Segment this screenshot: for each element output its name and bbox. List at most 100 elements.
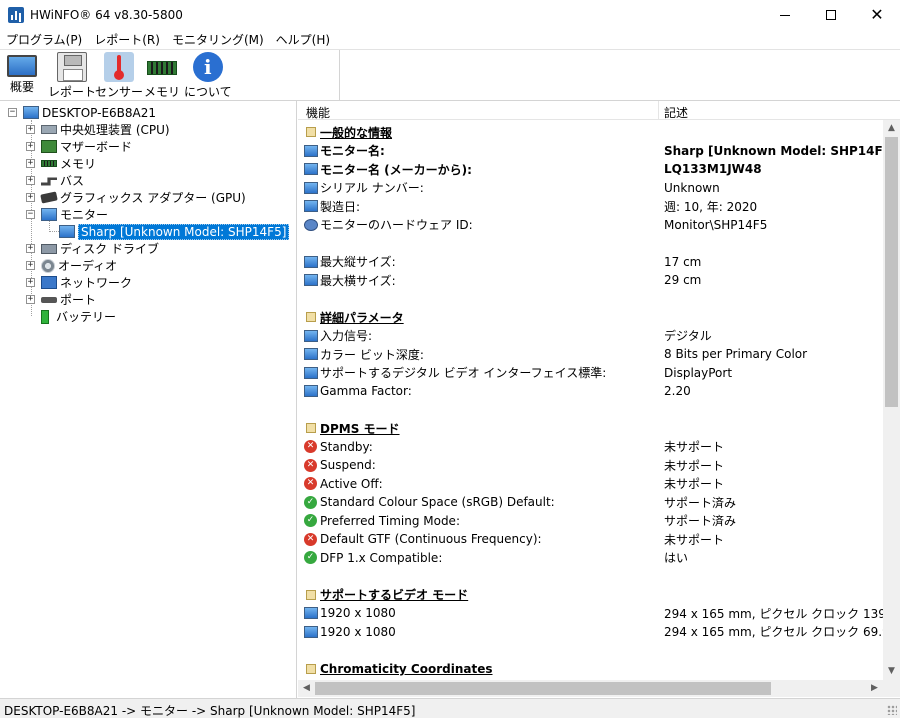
device-tree: − DESKTOP-E6B8A21 + 中央処理装置 (CPU) + マザーボー… xyxy=(0,101,297,698)
expand-icon[interactable]: + xyxy=(26,261,35,270)
monitor-icon xyxy=(304,607,318,620)
menu-help[interactable]: ヘルプ(H) xyxy=(270,31,336,48)
collapse-icon[interactable]: − xyxy=(8,108,17,117)
tree-item-label: バッテリー xyxy=(56,310,117,324)
tree-item-cpu[interactable]: + 中央処理装置 (CPU) xyxy=(26,121,170,138)
tree-item-memory[interactable]: + メモリ xyxy=(26,155,96,172)
list-item-row[interactable]: シリアル ナンバー: Unknown xyxy=(298,179,883,198)
description-value: LQ133M1JW48 xyxy=(664,162,762,177)
error-icon: ✕ xyxy=(304,458,317,472)
feature-label: Active Off: xyxy=(320,476,383,491)
toolbar-separator xyxy=(339,50,340,100)
summary-button[interactable]: 概要 xyxy=(7,52,37,95)
menu-monitoring[interactable]: モニタリング(M) xyxy=(166,31,270,48)
monitor-icon xyxy=(59,225,75,238)
tree-item-label: バス xyxy=(60,174,85,188)
expand-icon[interactable]: + xyxy=(26,142,35,151)
description-value: 週: 10, 年: 2020 xyxy=(664,199,758,214)
list-item-row[interactable]: 1920 x 1080 294 x 165 mm, ピクセル クロック 139.9… xyxy=(298,604,900,623)
list-item-row[interactable]: ✕ Suspend: 未サポート xyxy=(298,456,883,475)
list-item-row[interactable]: モニター名 (メーカーから): LQ133M1JW48 xyxy=(298,160,883,179)
list-item-row[interactable]: Gamma Factor: 2.20 xyxy=(298,382,883,401)
column-divider[interactable] xyxy=(658,101,659,120)
list-item-row[interactable]: 製造日: 週: 10, 年: 2020 xyxy=(298,197,883,216)
expand-icon[interactable]: + xyxy=(26,278,35,287)
list-item-row[interactable]: ✓ Preferred Timing Mode: サポート済み xyxy=(298,512,883,531)
column-header-description[interactable]: 記述 xyxy=(664,104,688,121)
list-item-row[interactable]: サポートするデジタル ビデオ インターフェイス標準: DisplayPort xyxy=(298,364,883,383)
list-item-row[interactable]: 入力信号: デジタル xyxy=(298,327,883,346)
maximize-button[interactable] xyxy=(808,0,854,30)
list-section-row[interactable]: 一般的な情報 xyxy=(298,123,883,142)
expand-icon[interactable]: + xyxy=(26,244,35,253)
description-value: 未サポート xyxy=(664,458,725,473)
expand-icon[interactable]: + xyxy=(26,193,35,202)
tree-item-network[interactable]: + ネットワーク xyxy=(26,274,132,291)
list-item-row[interactable]: ✓ DFP 1.x Compatible: はい xyxy=(298,549,883,568)
gpu-icon xyxy=(40,191,58,204)
about-label: について xyxy=(184,85,232,99)
section-title: 一般的な情報 xyxy=(320,125,393,140)
error-icon: ✕ xyxy=(304,532,317,546)
tree-root[interactable]: − DESKTOP-E6B8A21 xyxy=(8,104,156,121)
minimize-button[interactable] xyxy=(762,0,808,30)
tree-item-battery[interactable]: バッテリー xyxy=(26,308,116,325)
list-item-row[interactable]: 最大横サイズ: 29 cm xyxy=(298,271,883,290)
list-item-row[interactable]: ✓ Standard Colour Space (sRGB) Default: サポ… xyxy=(298,493,883,512)
tree-item-audio[interactable]: + オーディオ xyxy=(26,257,117,274)
port-icon xyxy=(41,296,57,303)
battery-icon xyxy=(41,309,49,324)
list-item-row[interactable]: 最大縦サイズ: 17 cm xyxy=(298,253,883,272)
list-item-row[interactable]: ✕ Default GTF (Continuous Frequency): 未サポー… xyxy=(298,530,883,549)
list-item-row[interactable]: ✕ Standby: 未サポート xyxy=(298,438,883,457)
tree-connector xyxy=(49,231,59,232)
resize-grip-icon[interactable] xyxy=(887,705,897,715)
tree-item-sharp-monitor[interactable]: Sharp [Unknown Model: SHP14F5] xyxy=(59,223,290,240)
horizontal-scroll-thumb[interactable] xyxy=(315,682,771,695)
expand-icon[interactable]: + xyxy=(26,125,35,134)
horizontal-scrollbar[interactable]: ◀ ▶ xyxy=(298,680,883,697)
scroll-left-icon[interactable]: ◀ xyxy=(298,680,315,697)
list-section-row[interactable]: 詳細パラメータ xyxy=(298,308,883,327)
hwinfo-app-icon xyxy=(8,7,24,23)
report-button[interactable]: レポート xyxy=(48,52,96,100)
close-button[interactable]: ✕ xyxy=(854,0,900,30)
vertical-scroll-thumb[interactable] xyxy=(885,137,898,407)
report-label: レポート xyxy=(48,85,97,99)
vertical-scrollbar[interactable]: ▲ ▼ xyxy=(883,120,900,680)
menu-bar: プログラム(P) レポート(R) モニタリング(M) ヘルプ(H) xyxy=(0,30,900,49)
menu-program[interactable]: プログラム(P) xyxy=(0,31,88,48)
menu-report[interactable]: レポート(R) xyxy=(88,31,166,48)
sensors-button[interactable]: センサー xyxy=(95,52,143,100)
expand-icon[interactable]: + xyxy=(26,159,35,168)
description-value: DisplayPort xyxy=(664,365,733,380)
tree-item-label: モニター xyxy=(60,208,109,222)
list-item-row[interactable]: 1920 x 1080 294 x 165 mm, ピクセル クロック 69.98… xyxy=(298,623,900,642)
memory-button[interactable]: メモリ xyxy=(144,52,180,100)
monitor-icon xyxy=(7,55,37,77)
list-item-row[interactable]: モニター名: Sharp [Unknown Model: SHP14F5] xyxy=(298,142,897,161)
scroll-down-icon[interactable]: ▼ xyxy=(883,663,900,680)
list-item-row[interactable]: ✕ Active Off: 未サポート xyxy=(298,475,883,494)
description-value: 17 cm xyxy=(664,254,702,269)
tree-item-gpu[interactable]: + グラフィックス アダプター (GPU) xyxy=(26,189,246,206)
list-item-row[interactable]: モニターのハードウェア ID: Monitor\SHP14F5 xyxy=(298,216,883,235)
tree-item-bus[interactable]: + バス xyxy=(26,172,84,189)
list-item-row[interactable]: カラー ビット深度: 8 Bits per Primary Color xyxy=(298,345,883,364)
tree-item-monitor[interactable]: − モニター xyxy=(26,206,108,223)
monitor-icon xyxy=(304,366,318,379)
tree-item-disk-drives[interactable]: + ディスク ドライブ xyxy=(26,240,159,257)
column-header-feature[interactable]: 機能 xyxy=(306,104,330,121)
expand-icon[interactable]: + xyxy=(26,176,35,185)
tree-item-label: 中央処理装置 (CPU) xyxy=(60,123,170,137)
tree-item-ports[interactable]: + ポート xyxy=(26,291,96,308)
list-section-row[interactable]: Chromaticity Coordinates xyxy=(298,660,883,679)
about-button[interactable]: i について xyxy=(184,52,232,100)
scroll-right-icon[interactable]: ▶ xyxy=(866,680,883,697)
list-section-row[interactable]: サポートするビデオ モード xyxy=(298,586,883,605)
collapse-icon[interactable]: − xyxy=(26,210,35,219)
scroll-up-icon[interactable]: ▲ xyxy=(883,120,900,137)
list-section-row[interactable]: DPMS モード xyxy=(298,419,883,438)
tree-item-motherboard[interactable]: + マザーボード xyxy=(26,138,132,155)
expand-icon[interactable]: + xyxy=(26,295,35,304)
